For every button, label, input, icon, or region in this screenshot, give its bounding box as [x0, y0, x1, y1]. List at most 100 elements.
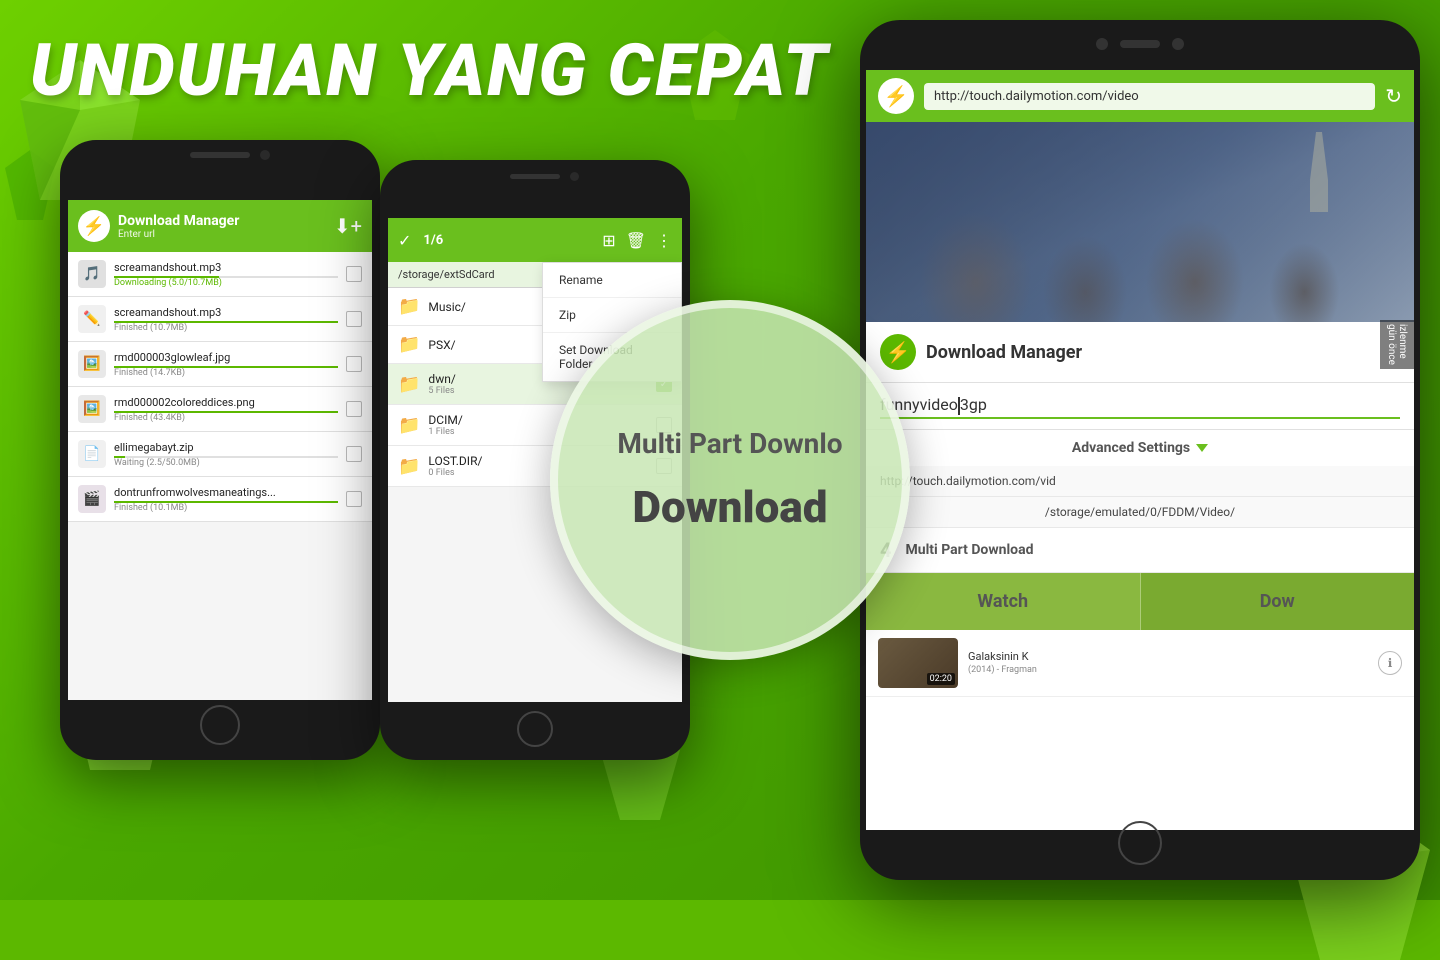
- phone3-home-btn[interactable]: [1118, 821, 1162, 865]
- video-thumbnail-1: 02:20: [878, 638, 958, 688]
- item5-icon: 📄: [78, 440, 106, 468]
- phone1: ⚡ Download Manager Enter url ⬇+ 🎵 scream…: [60, 140, 380, 760]
- phone1-item-3[interactable]: 🖼️ rmd000003glowleaf.jpg Finished (14.7K…: [68, 342, 372, 387]
- dm-filename-input[interactable]: funnyvideo3gp: [880, 393, 1400, 419]
- dm-action-buttons: Watch Dow: [866, 573, 1414, 630]
- item3-checkbox[interactable]: [346, 356, 362, 372]
- phone2-camera: [570, 172, 579, 181]
- dm-filename-row: funnyvideo3gp: [866, 383, 1414, 430]
- item5-status: Waiting (2.5/50.0MB): [114, 458, 338, 468]
- phone1-item-1[interactable]: 🎵 screamandshout.mp3 Downloading (5.0/10…: [68, 252, 372, 297]
- item4-name: rmd000002coloreddices.png: [114, 396, 338, 409]
- item3-name: rmd000003glowleaf.jpg: [114, 351, 338, 364]
- context-rename[interactable]: Rename: [543, 263, 681, 298]
- magnifier-content: Multi Part Downlo Download: [597, 407, 862, 553]
- folder-icon-lostdir: 📁: [398, 456, 420, 477]
- dm-parts-row: 4 Multi Part Download: [866, 528, 1414, 573]
- item2-status: Finished (10.7MB): [114, 323, 338, 333]
- item1-status: Downloading (5.0/10.7MB): [114, 278, 338, 288]
- item4-checkbox[interactable]: [346, 401, 362, 417]
- item2-name: screamandshout.mp3: [114, 306, 338, 319]
- current-path: /storage/extSdCard: [398, 268, 495, 281]
- dm-dialog: ⚡ Download Manager funnyvideo3gp Advance…: [866, 322, 1414, 697]
- item6-status: Finished (10.1MB): [114, 503, 338, 513]
- sidebar-time: gün önce: [1386, 324, 1397, 365]
- more-icon[interactable]: ⋮: [656, 231, 672, 250]
- phone3-screen: ⚡ http://touch.dailymotion.com/video ↻ ⚡…: [866, 70, 1414, 830]
- phone1-screen: ⚡ Download Manager Enter url ⬇+ 🎵 scream…: [68, 200, 372, 700]
- dropdown-arrow-icon: [1196, 444, 1208, 452]
- item6-name: dontrunfromwolvesmaneatings...: [114, 486, 338, 499]
- item5-name: ellimegabayt.zip: [114, 441, 338, 454]
- phone1-app-title: Download Manager: [118, 213, 326, 229]
- download-btn-text: Dow: [1260, 591, 1295, 612]
- phone1-download-btn[interactable]: ⬇+: [334, 214, 362, 238]
- phone1-item-5[interactable]: 📄 ellimegabayt.zip Waiting (2.5/50.0MB): [68, 432, 372, 477]
- watch-button[interactable]: Watch: [866, 573, 1141, 630]
- video-meta-1: (2014) - Fragman: [968, 665, 1368, 675]
- toolbar-icons: ⊞ 🗑 ⋮: [602, 231, 672, 250]
- phone3-camera-dot: [1096, 38, 1108, 50]
- video-overlay: [866, 122, 1414, 322]
- phone1-item-6[interactable]: 🎬 dontrunfromwolvesmaneatings... Finishe…: [68, 477, 372, 522]
- browser-logo: ⚡: [878, 78, 914, 114]
- phone3-camera-area: [1096, 38, 1184, 50]
- folder-icon-music: 📁: [398, 296, 420, 317]
- phone1-home-btn[interactable]: [200, 705, 240, 745]
- item5-checkbox[interactable]: [346, 446, 362, 462]
- item3-status: Finished (14.7KB): [114, 368, 338, 378]
- folder-icon-dcim: 📁: [398, 415, 420, 436]
- item1-icon: 🎵: [78, 260, 106, 288]
- phone1-header: ⚡ Download Manager Enter url ⬇+: [68, 200, 372, 252]
- browser-bar: ⚡ http://touch.dailymotion.com/video ↻: [866, 70, 1414, 122]
- advanced-settings-label: Advanced Settings: [1072, 440, 1190, 456]
- dm-url-text: http://touch.dailymotion.com/vid: [880, 474, 1400, 488]
- item6-icon: 🎬: [78, 485, 106, 513]
- folder-icon-psx: 📁: [398, 334, 420, 355]
- item4-status: Finished (43.4KB): [114, 413, 338, 423]
- phone1-item-2[interactable]: ✏️ screamandshout.mp3 Finished (10.7MB): [68, 297, 372, 342]
- item3-icon: 🖼️: [78, 350, 106, 378]
- sidebar-label: izlenme gün önce: [1380, 320, 1414, 369]
- info-button-1[interactable]: ℹ: [1378, 651, 1402, 675]
- item1-checkbox[interactable]: [346, 266, 362, 282]
- main-title: UNDUHAN YANG CEPAT: [30, 28, 829, 113]
- item2-icon: ✏️: [78, 305, 106, 333]
- dm-title: Download Manager: [926, 342, 1082, 363]
- item6-info: dontrunfromwolvesmaneatings... Finished …: [114, 486, 338, 513]
- dm-save-path: /storage/emulated/0/FDDM/Video/: [880, 505, 1400, 519]
- folder-icon-dwn: 📁: [398, 374, 420, 395]
- magnifier-text1: Multi Part Downlo: [617, 427, 842, 461]
- item6-checkbox[interactable]: [346, 491, 362, 507]
- item4-icon: 🖼️: [78, 395, 106, 423]
- check-icon[interactable]: ✓: [398, 231, 411, 250]
- phone1-logo: ⚡: [78, 210, 110, 242]
- dm-advanced-settings[interactable]: Advanced Settings: [866, 430, 1414, 466]
- dm-logo-icon: ⚡: [880, 334, 916, 370]
- video-list-item-1[interactable]: 02:20 Galaksinin K (2014) - Fragman ℹ: [866, 630, 1414, 697]
- magnifier-text2: Download: [617, 481, 842, 533]
- phone3-camera-dot2: [1172, 38, 1184, 50]
- browser-url[interactable]: http://touch.dailymotion.com/video: [924, 83, 1375, 110]
- phone1-speaker: [190, 152, 250, 158]
- item4-info: rmd000002coloreddices.png Finished (43.4…: [114, 396, 338, 423]
- grid-icon[interactable]: ⊞: [602, 231, 615, 250]
- dm-path-row: /storage/emulated/0/FDDM/Video/: [866, 497, 1414, 528]
- phone3-speaker: [1120, 40, 1160, 48]
- phone2-speaker: [510, 174, 560, 179]
- video-title-1: Galaksinin K: [968, 650, 1368, 663]
- item1-name: screamandshout.mp3: [114, 261, 338, 274]
- sidebar-views: izlenme: [1397, 324, 1408, 365]
- magnifier: Multi Part Downlo Download: [550, 300, 910, 660]
- refresh-icon[interactable]: ↻: [1385, 84, 1402, 108]
- dm-header: ⚡ Download Manager: [866, 322, 1414, 383]
- dm-url-row: http://touch.dailymotion.com/vid: [866, 466, 1414, 497]
- phone2-home-btn[interactable]: [517, 711, 553, 747]
- phone1-item-4[interactable]: 🖼️ rmd000002coloreddices.png Finished (4…: [68, 387, 372, 432]
- phone1-header-text: Download Manager Enter url: [118, 213, 326, 240]
- delete-icon[interactable]: 🗑: [626, 231, 646, 250]
- selection-count: 1/6: [423, 233, 590, 248]
- item2-checkbox[interactable]: [346, 311, 362, 327]
- download-button[interactable]: Dow: [1141, 573, 1415, 630]
- filename-ext: 3gp: [960, 395, 987, 414]
